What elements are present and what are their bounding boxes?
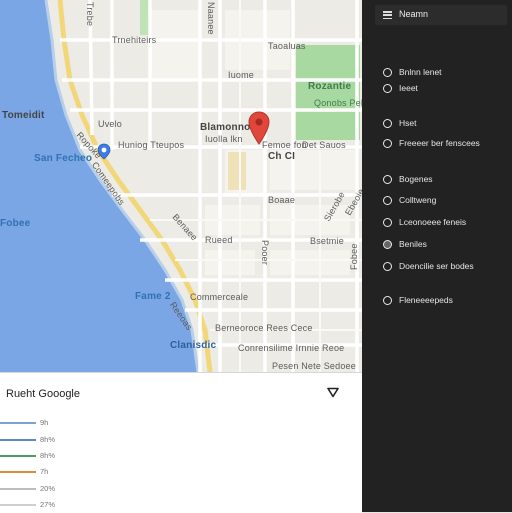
sidebar-item-label: Ieeet	[399, 83, 418, 93]
map-label: Clanisdic	[170, 340, 217, 351]
map-label: Berneoroce Rees Cece	[215, 323, 313, 333]
radio-icon[interactable]	[383, 83, 392, 93]
sidebar-item-label: Colltweng	[399, 195, 437, 205]
legend-swatch	[0, 471, 36, 473]
sidebar-item[interactable]: Freeeer ber fenscees	[383, 136, 480, 150]
radio-icon[interactable]	[383, 195, 392, 205]
map-label: Boaae	[268, 195, 296, 205]
map-label: San Fecheo	[34, 153, 93, 164]
radio-icon[interactable]	[383, 138, 392, 148]
map-label: Blamonno	[200, 122, 251, 133]
radio-icon[interactable]	[383, 174, 392, 184]
map-label: Naanee	[206, 2, 216, 35]
sidebar-item-label: Fleneeeepeds	[399, 295, 453, 305]
legend-label: 8h%	[40, 435, 56, 444]
location-pin-icon[interactable]	[248, 111, 270, 145]
sidebar-item-label: Freeeer ber fenscees	[399, 138, 480, 148]
map-label: Pesen Nete Sedoee	[272, 361, 356, 371]
map-view[interactable]: Trnehiteirs Taoaluas Iuome Rozantie Qono…	[0, 0, 362, 372]
radio-icon[interactable]	[383, 67, 392, 77]
sidebar-item[interactable]: Beniles	[383, 237, 427, 251]
map-label: Fobee	[349, 243, 359, 270]
legend-swatch	[0, 488, 36, 490]
radio-selected-icon[interactable]	[383, 239, 392, 249]
legend-swatch	[0, 455, 36, 457]
map-label: Bsetmie	[310, 236, 344, 246]
map-label: Fame 2	[135, 291, 171, 302]
sidebar-item-label: Doencilie ser bodes	[399, 261, 474, 271]
sidebar-item[interactable]: Lceonoeee feneis	[383, 215, 466, 229]
legend-label: 8h%	[40, 451, 56, 460]
park-area	[296, 45, 360, 140]
legend-label: 7h	[40, 467, 49, 476]
legend-swatch	[0, 439, 36, 441]
sidebar-item-label: Bogenes	[399, 174, 433, 184]
results-panel: Rueht Gooogle 9h 8h% 8h% 7h 20% 27%	[0, 372, 362, 513]
sidebar-item[interactable]: Bnlnn lenet	[383, 65, 442, 79]
map-label: Iuolla lkn	[205, 134, 243, 144]
map-label: Uvelo	[98, 119, 123, 129]
legend-label: 20%	[40, 484, 56, 493]
sidebar-item[interactable]: Doencilie ser bodes	[383, 259, 474, 273]
sidebar-item[interactable]: Fleneeeepeds	[383, 293, 453, 307]
radio-icon[interactable]	[383, 118, 392, 128]
map-label: Ch CI	[268, 151, 296, 162]
menu-icon[interactable]	[383, 11, 392, 20]
sidebar-item-label: Bnlnn lenet	[399, 67, 442, 77]
sidebar-item-label: Beniles	[399, 239, 427, 249]
sidebar-item[interactable]: Ieeet	[383, 81, 418, 95]
sidebar-item-label: Lceonoeee feneis	[399, 217, 467, 227]
map-label: Rueed	[205, 235, 233, 245]
sidebar-title: Neamn	[399, 9, 429, 19]
sidebar-item-label: Hset	[399, 118, 417, 128]
legend-swatch	[0, 422, 36, 424]
map-label: Pooer	[260, 240, 270, 266]
map-label: Trebe	[85, 2, 95, 27]
map-label: Fobee	[0, 218, 31, 229]
sidebar-item[interactable]: Colltweng	[383, 193, 436, 207]
map-label: Det Sauos	[302, 140, 346, 150]
panel-title: Rueht Gooogle	[6, 388, 80, 400]
map-label: Conrensilime Irnnie Reoe	[238, 343, 345, 353]
legend-label: 9h	[40, 418, 49, 427]
map-label: Tomeidit	[2, 110, 45, 121]
legend-label: 27%	[40, 500, 56, 509]
map-label: Huniog Tteupos	[118, 140, 185, 150]
radio-icon[interactable]	[383, 261, 392, 271]
radio-icon[interactable]	[383, 295, 392, 305]
legend-swatch	[0, 504, 36, 506]
map-label: Taoaluas	[268, 41, 306, 51]
radio-icon[interactable]	[383, 217, 392, 227]
sidebar-header[interactable]: Neamn	[375, 5, 507, 25]
collapse-icon[interactable]	[327, 387, 339, 398]
sidebar-item[interactable]: Hset	[383, 116, 416, 130]
my-location-icon[interactable]	[97, 143, 111, 160]
map-label: Iuome	[228, 70, 255, 80]
map-label: Qonobs Pelfa	[314, 98, 362, 108]
sidebar: Neamn Bnlnn lenet Ieeet Hset Freeeer ber…	[362, 0, 512, 512]
map-label: Commerceale	[190, 292, 249, 302]
map-label: Trnehiteirs	[112, 35, 157, 45]
sidebar-item[interactable]: Bogenes	[383, 172, 433, 186]
map-label: Rozantie	[308, 81, 352, 92]
